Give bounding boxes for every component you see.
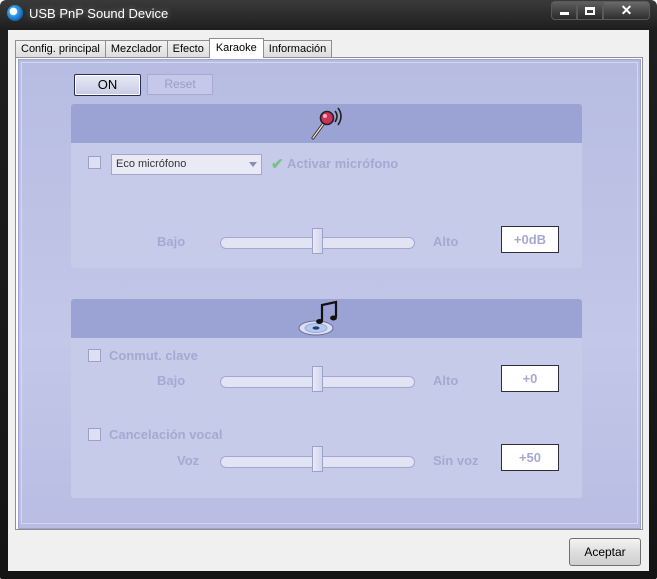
maximize-button[interactable] — [577, 1, 603, 20]
microphone-icon — [311, 107, 342, 140]
check-icon: ✔ — [271, 156, 284, 173]
tab-config-principal[interactable]: Config. principal — [15, 40, 106, 58]
karaoke-panel: ON Reset Eco micrófono ✔ Activar micrófo… — [18, 59, 641, 529]
microphone-group-header — [71, 104, 582, 143]
close-icon: ✕ — [620, 2, 633, 18]
mic-volume-slider-thumb[interactable] — [312, 228, 323, 254]
caption-buttons: ✕ — [551, 1, 650, 20]
microphone-group: Eco micrófono ✔ Activar micrófono Bajo A… — [71, 104, 582, 268]
echo-select-value: Eco micrófono — [116, 158, 187, 170]
music-group-header — [71, 299, 582, 338]
client-area: Config. principal Mezclador Efecto Karao… — [8, 30, 649, 571]
vocal-cancel-value-display: +50 — [501, 444, 559, 471]
mic-high-label: Alto — [433, 234, 459, 249]
vocal-cancel-slider-thumb[interactable] — [312, 446, 323, 472]
close-button[interactable]: ✕ — [603, 1, 650, 20]
tab-karaoke[interactable]: Karaoke — [208, 38, 264, 58]
app-icon — [7, 5, 23, 21]
tab-efecto[interactable]: Efecto — [166, 40, 210, 58]
key-shift-value-display: +0 — [501, 365, 559, 392]
key-low-label: Bajo — [157, 373, 186, 388]
vocal-cancel-checkbox[interactable] — [88, 428, 101, 441]
vocal-low-label: Voz — [177, 453, 200, 468]
chevron-down-icon — [249, 162, 257, 167]
key-shift-checkbox[interactable] — [88, 349, 101, 362]
echo-select[interactable]: Eco micrófono — [111, 154, 262, 175]
minimize-button[interactable] — [551, 1, 577, 20]
music-disc-icon — [298, 300, 338, 336]
title-bar[interactable]: USB PnP Sound Device ✕ — [0, 0, 657, 30]
key-shift-slider-thumb[interactable] — [312, 366, 323, 392]
activate-mic-label[interactable]: Activar micrófono — [287, 156, 398, 171]
key-high-label: Alto — [433, 373, 459, 388]
minimize-icon — [559, 12, 569, 15]
echo-checkbox[interactable] — [88, 156, 101, 169]
vocal-cancel-label[interactable]: Cancelación vocal — [109, 427, 222, 442]
karaoke-tab-panel: ON Reset Eco micrófono ✔ Activar micrófo… — [15, 57, 643, 530]
music-group: Conmut. clave Bajo Alto +0 Cancelación v… — [71, 299, 582, 498]
accept-button[interactable]: Aceptar — [569, 538, 641, 566]
window-title: USB PnP Sound Device — [29, 6, 169, 21]
on-button[interactable]: ON — [74, 74, 141, 96]
vocal-high-label: Sin voz — [433, 453, 479, 468]
app-window: USB PnP Sound Device ✕ Config. principal… — [0, 0, 657, 579]
reset-button[interactable]: Reset — [147, 74, 213, 95]
tab-strip: Config. principal Mezclador Efecto Karao… — [15, 38, 333, 58]
tab-mezclador[interactable]: Mezclador — [104, 40, 168, 58]
mic-value-display: +0dB — [501, 226, 559, 253]
mic-low-label: Bajo — [157, 234, 186, 249]
tab-informacion[interactable]: Información — [262, 40, 333, 58]
maximize-icon — [585, 6, 595, 15]
key-shift-label[interactable]: Conmut. clave — [109, 348, 198, 363]
